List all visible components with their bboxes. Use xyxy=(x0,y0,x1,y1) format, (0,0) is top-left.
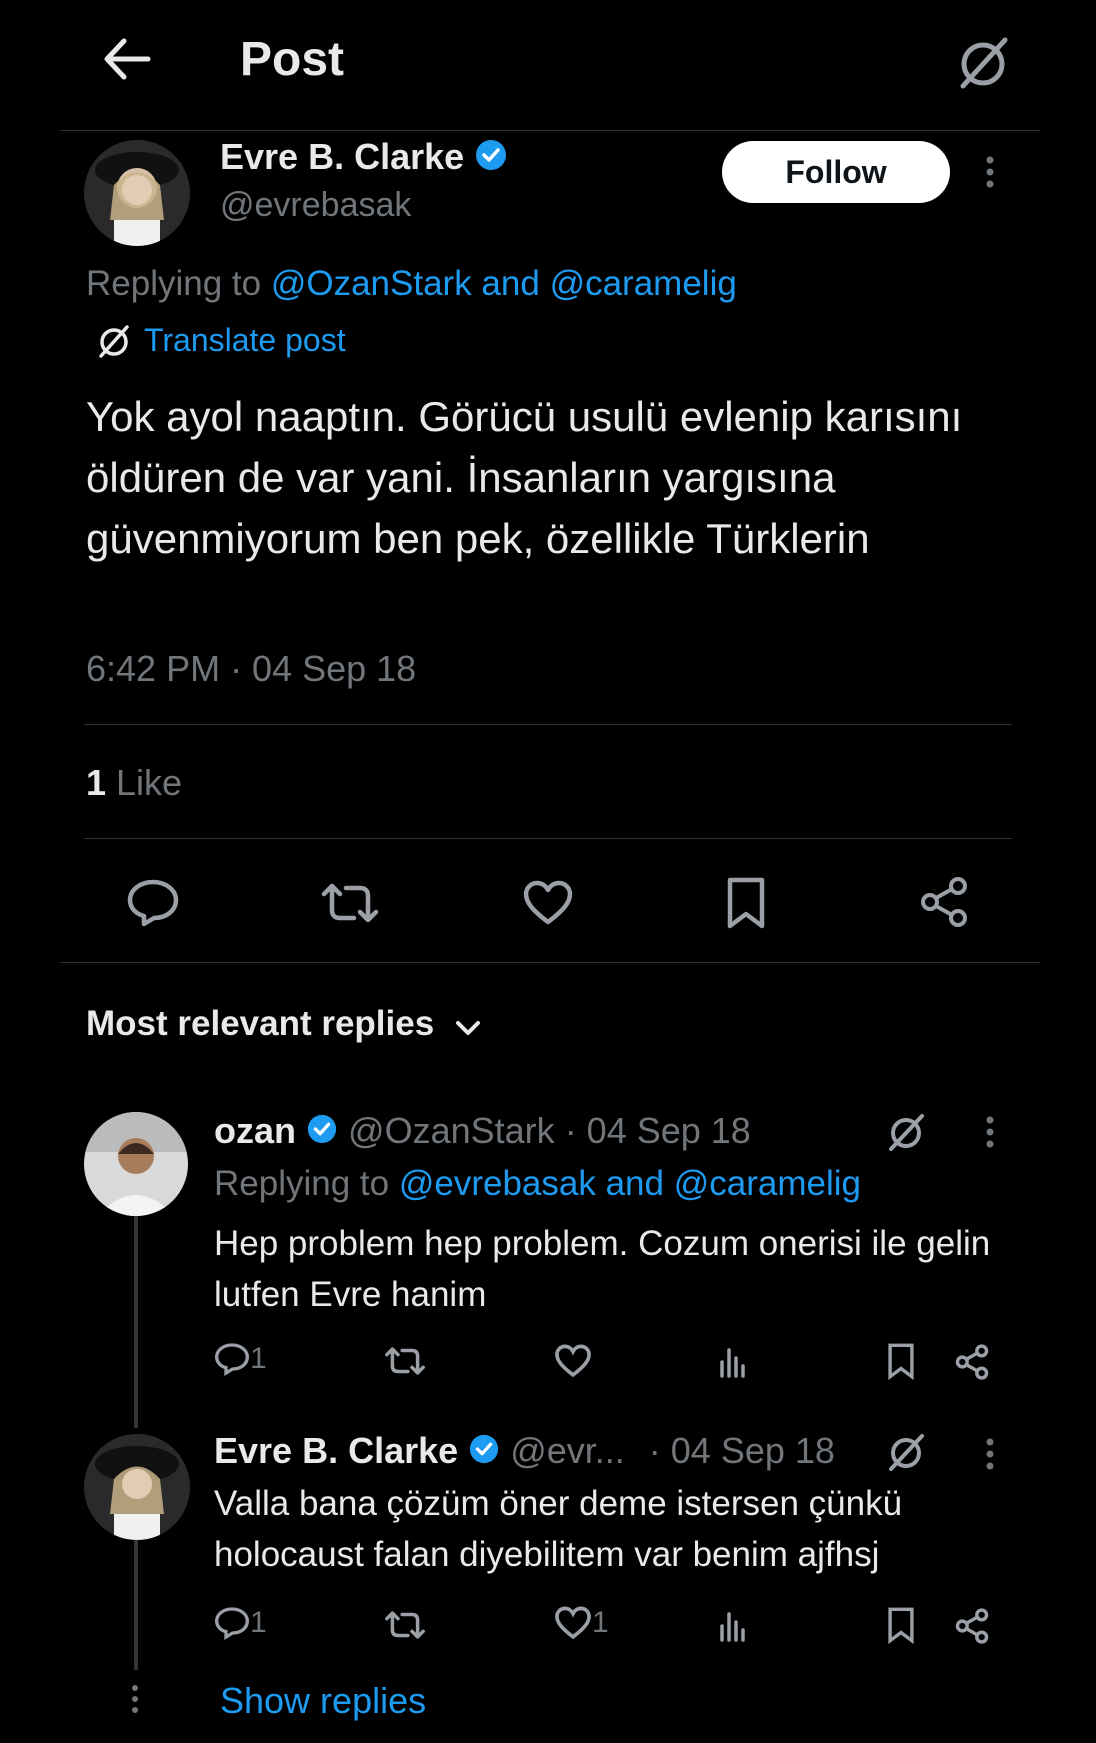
translate-post-link[interactable]: Translate post xyxy=(144,322,346,359)
thread-dots-icon xyxy=(131,1684,139,1714)
reply-action-like[interactable]: 1 xyxy=(554,1606,609,1646)
reply-replying-to: Replying to @evrebasak and @caramelig xyxy=(214,1164,861,1204)
reply-author-name[interactable]: ozan xyxy=(214,1110,296,1151)
reply-author-handle[interactable]: @OzanStark xyxy=(348,1110,555,1151)
post-timestamp[interactable]: 6:42 PM · 04 Sep 18 xyxy=(86,648,416,690)
grok-icon[interactable] xyxy=(886,1112,926,1152)
replying-prefix: Replying to xyxy=(86,264,271,303)
mention-link[interactable]: @OzanStark xyxy=(271,264,472,303)
likes-label: Like xyxy=(106,762,183,803)
author-name[interactable]: Evre B. Clarke xyxy=(220,136,464,177)
mention-and: and xyxy=(471,264,550,303)
share-icon[interactable] xyxy=(918,876,970,933)
reply-icon[interactable] xyxy=(126,878,180,933)
grok-icon[interactable] xyxy=(955,34,1011,90)
verified-badge-icon xyxy=(306,1112,338,1154)
avatar[interactable] xyxy=(84,140,190,246)
reply-count: 1 xyxy=(250,1342,267,1375)
verified-badge-icon xyxy=(474,138,508,181)
like-icon[interactable] xyxy=(554,1344,592,1383)
replies-sort-dropdown[interactable]: Most relevant replies xyxy=(86,1004,482,1046)
avatar[interactable] xyxy=(84,1434,190,1540)
mention-link[interactable]: @caramelig xyxy=(674,1164,861,1203)
reply-author-handle[interactable]: @evr... xyxy=(510,1430,625,1471)
views-icon[interactable] xyxy=(718,1344,748,1383)
divider xyxy=(84,838,1012,839)
repost-icon[interactable] xyxy=(320,880,380,931)
reply-date[interactable]: · 04 Sep 18 xyxy=(565,1110,751,1151)
header-divider xyxy=(60,130,1040,131)
views-icon[interactable] xyxy=(718,1608,748,1647)
like-count: 1 xyxy=(592,1606,609,1639)
share-icon[interactable] xyxy=(954,1344,990,1385)
post-text: Yok ayol naaptın. Görücü usulü evlenip k… xyxy=(86,393,963,562)
back-arrow-icon[interactable] xyxy=(102,36,152,82)
reply-action-reply[interactable]: 1 xyxy=(214,1606,267,1646)
likes-stat[interactable]: 1 Like xyxy=(86,762,182,804)
mention-link[interactable]: @caramelig xyxy=(550,264,737,303)
replying-prefix: Replying to xyxy=(214,1164,399,1203)
bookmark-icon[interactable] xyxy=(886,1606,916,1649)
page-title: Post xyxy=(240,33,345,86)
bookmark-icon[interactable] xyxy=(886,1342,916,1385)
reply-text: Hep problem hep problem. Cozum onerisi i… xyxy=(214,1224,991,1314)
show-replies-link[interactable]: Show replies xyxy=(220,1680,426,1722)
chevron-down-icon xyxy=(454,1006,482,1046)
avatar[interactable] xyxy=(84,1112,188,1216)
repost-icon[interactable] xyxy=(384,1608,426,1647)
reply-action-reply[interactable]: 1 xyxy=(214,1342,267,1382)
reply-date[interactable]: · 04 Sep 18 xyxy=(649,1430,835,1471)
more-options-icon[interactable] xyxy=(986,1438,994,1470)
thread-line xyxy=(134,1530,138,1670)
author-handle[interactable]: @evrebasak xyxy=(220,186,411,225)
more-options-icon[interactable] xyxy=(986,1116,994,1148)
divider xyxy=(84,724,1012,725)
follow-button[interactable]: Follow xyxy=(722,141,950,203)
more-options-icon[interactable] xyxy=(986,156,994,188)
replying-to: Replying to @OzanStark and @caramelig xyxy=(86,264,737,304)
likes-count: 1 xyxy=(86,762,107,803)
verified-badge-icon xyxy=(468,1432,500,1474)
bookmark-icon[interactable] xyxy=(724,876,768,935)
reply-author-name[interactable]: Evre B. Clarke xyxy=(214,1430,458,1471)
reply-text: Valla bana çözüm öner deme istersen çünk… xyxy=(214,1484,903,1574)
reply-count: 1 xyxy=(250,1606,267,1639)
translate-icon[interactable] xyxy=(96,323,132,359)
mention-and: and xyxy=(595,1164,674,1203)
share-icon[interactable] xyxy=(954,1608,990,1649)
mention-link[interactable]: @evrebasak xyxy=(399,1164,596,1203)
grok-icon[interactable] xyxy=(886,1432,926,1472)
repost-icon[interactable] xyxy=(384,1344,426,1383)
like-icon[interactable] xyxy=(522,880,574,931)
divider xyxy=(60,962,1040,963)
replies-sort-label: Most relevant replies xyxy=(86,1004,435,1043)
